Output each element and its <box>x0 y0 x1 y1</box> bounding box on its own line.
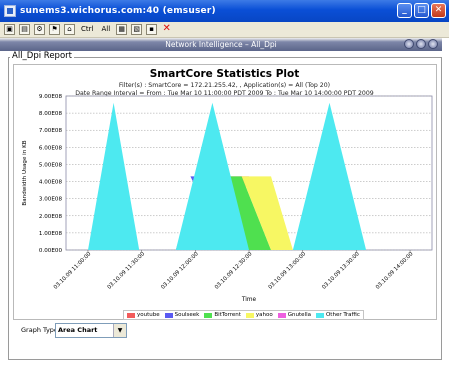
legend-item: Gnutella <box>277 312 311 318</box>
x-tick-label: 03.10.09 14:00:00 <box>375 251 415 291</box>
y-tick-label: 8.00E08 <box>39 111 63 117</box>
graph-type-label: Graph Type <box>21 326 58 334</box>
legend-item: yahoo <box>245 312 273 318</box>
y-tick-label: 9.00E08 <box>39 94 63 100</box>
y-tick-label: 2.00E08 <box>39 214 63 220</box>
legend-item: BitTorrent <box>204 312 241 318</box>
chevron-down-icon[interactable]: ▼ <box>113 324 126 337</box>
legend-swatch <box>204 312 213 318</box>
legend-item: youtube <box>127 312 160 318</box>
legend-swatch <box>245 312 254 318</box>
legend-label: Soulseek <box>174 312 200 318</box>
legend-item: Other Traffic <box>315 312 360 318</box>
x-tick-label: 03.10.09 12:30:00 <box>214 251 254 291</box>
x-tick-label: 03.10.09 13:00:00 <box>268 251 308 291</box>
legend-swatch <box>315 312 324 318</box>
legend-swatch <box>127 312 135 318</box>
legend-swatch <box>277 312 286 318</box>
chart-legend: youtube Soulseek BitTorrent yahoo Gnutella Ot… <box>123 310 364 320</box>
x-tick-label: 03.10.09 11:30:00 <box>107 251 147 291</box>
y-tick-label: 6.00E08 <box>39 145 63 151</box>
x-tick-label: 03.10.09 11:00:00 <box>53 251 93 291</box>
graph-type-value: Area Chart <box>58 326 98 334</box>
y-tick-label: 7.00E08 <box>39 128 63 134</box>
y-tick-label: 0.00E00 <box>39 248 63 254</box>
x-tick-label: 03.10.09 12:00:00 <box>160 251 200 291</box>
legend-label: Gnutella <box>287 312 311 318</box>
x-tick-label: 03.10.09 13:30:00 <box>321 251 361 291</box>
graph-type-select[interactable]: Area Chart ▼ <box>55 323 127 338</box>
legend-item: Soulseek <box>164 312 200 318</box>
legend-label: yahoo <box>255 312 273 318</box>
y-axis-label: Bandwidth Usage in KB <box>22 140 28 205</box>
legend-label: youtube <box>137 312 160 318</box>
y-tick-label: 4.00E08 <box>39 180 63 186</box>
status-strip <box>0 360 449 370</box>
y-tick-label: 1.00E08 <box>39 231 63 237</box>
legend-label: Other Traffic <box>325 312 360 318</box>
y-tick-label: 5.00E08 <box>39 162 63 168</box>
x-axis-label: Time <box>241 297 257 303</box>
y-tick-label: 3.00E08 <box>39 197 63 203</box>
legend-swatch <box>164 312 173 318</box>
legend-label: BitTorrent <box>214 312 241 318</box>
